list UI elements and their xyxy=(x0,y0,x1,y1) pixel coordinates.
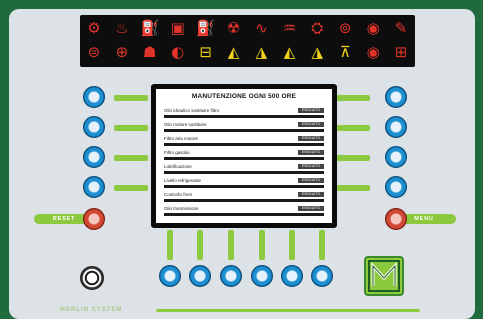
connector-line xyxy=(319,230,325,260)
horn-icon: ◉ xyxy=(366,43,380,61)
bottom-function-button-4[interactable] xyxy=(251,265,273,287)
menu-row-bar xyxy=(164,115,324,118)
merlin-logo xyxy=(364,256,404,296)
bottom-function-button-3[interactable] xyxy=(220,265,242,287)
parking-icon: ◉ xyxy=(366,19,380,37)
menu-row[interactable]: Filtro gasolio ESEGUITO xyxy=(164,149,324,160)
menu-row[interactable]: Filtro aria motore ESEGUITO xyxy=(164,135,324,146)
menu-row-status: ESEGUITO xyxy=(298,178,324,183)
warning-icon-row-bottom: ⊜ ⊕ ☗ ◐ ⊟ ◭ ◮ ◭ ◮ ⊼ ◉ ⊞ xyxy=(80,39,415,65)
menu-row-bar xyxy=(164,143,324,146)
stabilizer-icon: ◭ xyxy=(283,43,296,61)
lock-icon: ⊟ xyxy=(199,43,212,61)
merlin-logo-icon xyxy=(368,260,400,292)
bottom-function-button-5[interactable] xyxy=(281,265,303,287)
menu-row-label: Olio idraulico sostituire filtro xyxy=(164,108,220,113)
connector-line xyxy=(114,185,148,191)
brake-warning-icon: ⊜ xyxy=(87,43,101,61)
menu-row-status: ESEGUITO xyxy=(298,136,324,141)
menu-row-status: ESEGUITO xyxy=(298,192,324,197)
connector-line xyxy=(167,230,173,260)
bottom-function-button-1[interactable] xyxy=(159,265,181,287)
engine-icon: ⚙ xyxy=(87,19,101,37)
menu-row[interactable]: Olio motore sostituire ESEGUITO xyxy=(164,121,324,132)
menu-row-bar xyxy=(164,199,324,202)
screen-title: MANUTENZIONE OGNI 500 ORE xyxy=(191,93,297,100)
oil-pressure-icon: ⛽ xyxy=(140,19,160,37)
hazard-icon: ⊞ xyxy=(394,43,408,61)
seat-belt-icon: ☗ xyxy=(143,43,157,61)
connector-line xyxy=(336,185,370,191)
menu-row-status: ESEGUITO xyxy=(298,108,324,113)
menu-row-label: Livello refrigerante xyxy=(164,178,202,183)
bottom-function-button-6[interactable] xyxy=(311,265,333,287)
menu-row-status: ESEGUITO xyxy=(298,164,324,169)
connector-line xyxy=(259,230,265,260)
wrench-warning-icon: ✎ xyxy=(394,19,408,37)
menu-row-bar xyxy=(164,129,324,132)
glow-plug-icon: ∿ xyxy=(255,19,268,37)
warning-icon-bar: ⚙ ♨ ⛽ ▣ ⛽ ☢ ∿ ♒ ⛭ ⊚ ◉ ✎ ⊜ ⊕ ☗ ◐ ⊟ ◭ ◮ ◭ ◮ ⊼ ◉ ⊞ xyxy=(80,15,415,67)
left-function-button-2[interactable] xyxy=(83,116,105,138)
connector-line xyxy=(228,230,234,260)
menu-row-label: Controllo freni xyxy=(164,192,193,197)
connector-line xyxy=(114,155,148,161)
brake-icon: ⊚ xyxy=(338,19,352,37)
reset-button[interactable] xyxy=(83,208,105,230)
connector-line xyxy=(114,125,148,131)
menu-row-label: Filtro aria motore xyxy=(164,136,199,141)
outrigger-icon: ⊼ xyxy=(339,43,351,61)
warning-icon-row-top: ⚙ ♨ ⛽ ▣ ⛽ ☢ ∿ ♒ ⛭ ⊚ ◉ ✎ xyxy=(80,15,415,41)
left-function-button-1[interactable] xyxy=(83,86,105,108)
tilt-icon: ◮ xyxy=(255,43,268,61)
lcd-display-frame: MANUTENZIONE OGNI 500 ORE Olio idraulico… xyxy=(151,84,337,228)
steering-icon: ⊕ xyxy=(115,43,129,61)
menu-row-label: Filtro gasolio xyxy=(164,150,190,155)
menu-row-label: Lubrificazione xyxy=(164,164,192,169)
menu-row-label: Olio trasmissione xyxy=(164,206,199,211)
menu-row[interactable]: Lubrificazione ESEGUITO xyxy=(164,163,324,174)
coolant-temp-icon: ♨ xyxy=(115,19,129,37)
menu-row[interactable]: Livello refrigerante ESEGUITO xyxy=(164,177,324,188)
light-icon: ◐ xyxy=(171,43,185,61)
right-function-button-3[interactable] xyxy=(385,146,407,168)
connector-line xyxy=(197,230,203,260)
menu-row[interactable]: Controllo freni ESEGUITO xyxy=(164,191,324,202)
brand-text: MERLIN SYSTEM xyxy=(60,307,123,313)
menu-row[interactable]: Olio idraulico sostituire filtro ESEGUITO xyxy=(164,107,324,118)
hydraulic-oil-icon: ♒ xyxy=(282,19,297,37)
connector-line xyxy=(114,95,148,101)
left-function-button-4[interactable] xyxy=(83,176,105,198)
transmission-icon: ⛭ xyxy=(311,19,324,37)
connector-line xyxy=(289,230,295,260)
air-filter-icon: ☢ xyxy=(226,19,241,37)
fuel-level-icon: ⛽ xyxy=(196,19,215,37)
menu-row-bar xyxy=(164,171,324,174)
footer-brand-strip: MERLIN SYSTEM xyxy=(60,306,420,314)
right-function-button-1[interactable] xyxy=(385,86,407,108)
menu-row-label: Olio motore sostituire xyxy=(164,122,207,127)
bottom-function-button-2[interactable] xyxy=(189,265,211,287)
menu-row-status: ESEGUITO xyxy=(298,122,324,127)
menu-row-bar xyxy=(164,185,324,188)
menu-row-status: ESEGUITO xyxy=(298,150,324,155)
menu-row[interactable]: Olio trasmissione ESEGUITO xyxy=(164,205,324,216)
right-function-button-4[interactable] xyxy=(385,176,407,198)
connector-line xyxy=(336,155,370,161)
load-icon: ◭ xyxy=(227,43,240,61)
menu-row-bar xyxy=(164,157,324,160)
battery-charge-icon: ▣ xyxy=(170,19,185,37)
boom-icon: ◮ xyxy=(311,43,324,61)
connector-line xyxy=(336,125,370,131)
left-function-button-3[interactable] xyxy=(83,146,105,168)
lcd-display: MANUTENZIONE OGNI 500 ORE Olio idraulico… xyxy=(156,89,332,223)
menu-row-bar xyxy=(164,213,324,216)
right-function-button-2[interactable] xyxy=(385,116,407,138)
menu-row-status: ESEGUITO xyxy=(298,206,324,211)
power-button[interactable] xyxy=(80,266,104,290)
footer-line xyxy=(156,309,420,312)
connector-line xyxy=(336,95,370,101)
menu-button[interactable] xyxy=(385,208,407,230)
